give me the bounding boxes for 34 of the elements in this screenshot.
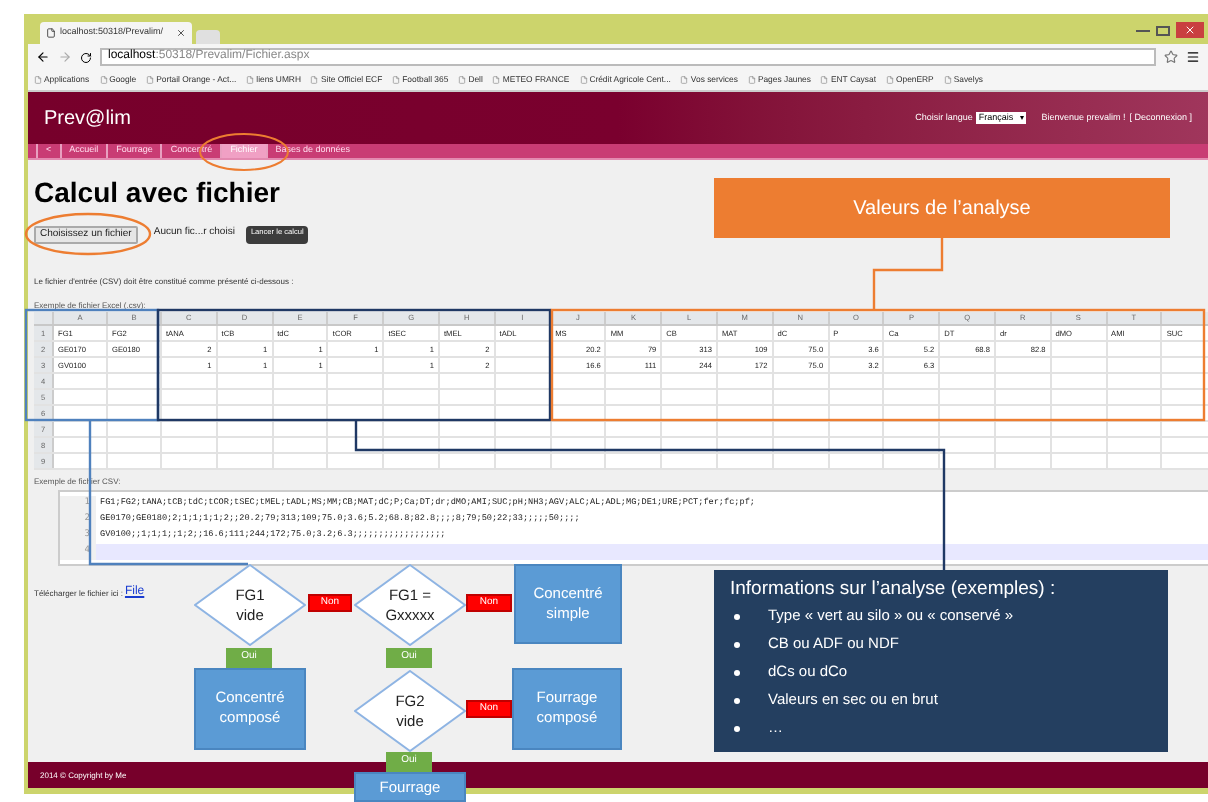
close-window-button[interactable] <box>1176 22 1204 38</box>
bullet-icon <box>734 614 740 620</box>
page-icon <box>99 75 108 84</box>
page-icon <box>680 75 689 84</box>
bullet-icon <box>734 670 740 676</box>
maximize-button[interactable] <box>1156 26 1170 36</box>
connector-line <box>872 238 944 310</box>
bullet-icon <box>734 642 740 648</box>
back-icon[interactable] <box>36 50 50 64</box>
page-icon <box>492 75 501 84</box>
reload-icon[interactable] <box>80 51 92 63</box>
close-icon <box>1184 24 1196 36</box>
page-icon <box>246 75 255 84</box>
highlight-ellipse <box>24 212 152 256</box>
dropdown-arrow-icon <box>1019 116 1024 120</box>
page-icon <box>146 75 155 84</box>
page-icon <box>34 75 42 84</box>
page-icon <box>579 75 588 84</box>
page-icon <box>747 75 756 84</box>
page-title: Calcul avec fichier <box>34 174 280 212</box>
page-icon <box>310 75 319 84</box>
bookmark-star-icon[interactable] <box>1164 50 1178 64</box>
bullet-icon <box>734 698 740 704</box>
page-icon <box>458 75 467 84</box>
values-callout: Valeurs de l’analyse <box>714 178 1170 238</box>
menu-icon[interactable] <box>1186 50 1200 64</box>
page-icon <box>943 75 952 84</box>
page-icon <box>46 28 56 38</box>
info-title: Informations sur l’analyse (exemples) : <box>730 578 1058 602</box>
site-logo[interactable]: Prev@lim <box>44 103 131 133</box>
bullet-icon <box>734 726 740 732</box>
page-icon <box>392 75 401 84</box>
page-icon <box>885 75 894 84</box>
page-icon <box>820 75 829 84</box>
